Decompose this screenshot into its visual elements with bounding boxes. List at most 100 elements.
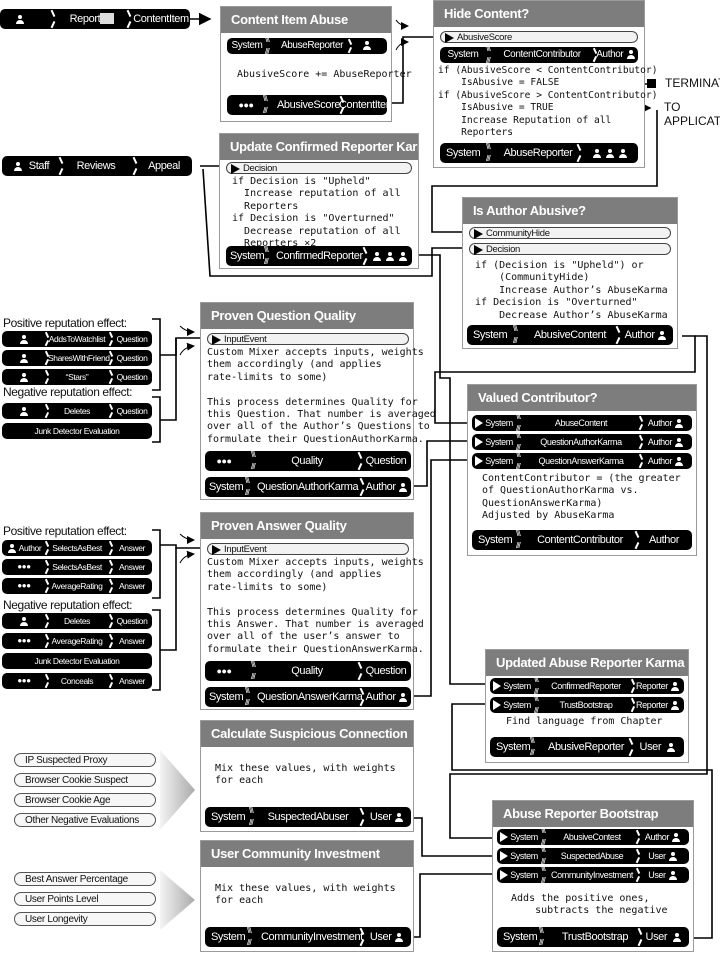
appeal-label: Appeal <box>148 160 180 172</box>
process-reporter-bootstrap: Abuse Reporter Bootstrap System AbusiveCo… <box>492 800 694 952</box>
answer-negative-heading: Negative reputation effect: <box>3 598 133 612</box>
bar-target: Question <box>365 665 407 677</box>
process-content-item-abuse: Content Item Abuse System AbuseReporter … <box>220 6 412 122</box>
investment-funnel <box>160 870 195 930</box>
bar-name: QuestionAuthorKarma <box>540 437 622 447</box>
wire-suspected-to-bootstrap <box>410 817 492 857</box>
contentitem-label: ContentItem <box>133 13 189 25</box>
bar-target: Author <box>644 832 670 842</box>
group-icon: ●●● <box>17 636 31 645</box>
pill-label: AbusiveScore <box>457 32 513 43</box>
bar-target: User <box>645 931 668 943</box>
effect-row: ●●● AverageRating Answer <box>2 578 152 594</box>
process-body: if (Decision is "Upheld") or (CommunityH… <box>475 260 668 321</box>
bar-target: Author <box>365 481 396 493</box>
bar-name: CommunityInvestment <box>551 870 633 880</box>
bar-target: Author <box>365 691 396 703</box>
process-update-confirmed-reporter: Update Confirmed Reporter Karma Decision… <box>219 133 419 269</box>
input-pill: CommunityHide <box>469 227 671 239</box>
user-icon <box>668 852 678 862</box>
input-pill: InputEvent <box>207 333 409 345</box>
effect-target: Answer <box>119 636 145 646</box>
bar-name: AbuseContent <box>554 418 608 428</box>
process-answer-quality: Proven Answer Quality InputEvent Custom … <box>200 512 424 710</box>
effect-target: Question <box>116 406 148 416</box>
bar-name: Quality <box>291 455 323 467</box>
bar-name: AbusiveContest <box>563 832 621 842</box>
input-bar: System AbuseReporter <box>227 38 387 54</box>
output-bar: System SuspectedAbuser User <box>205 807 411 827</box>
bar-source: System <box>447 49 479 60</box>
input-bar: System AbusiveContest Author <box>497 829 689 845</box>
input-pill: Best Answer Percentage <box>14 872 156 886</box>
process-title: Proven Answer Quality <box>201 513 413 539</box>
effect-row: Deletes Question <box>2 613 152 629</box>
process-title: Proven Question Quality <box>201 303 413 329</box>
pill-label: CommunityHide <box>486 228 550 239</box>
effect-target: Question <box>116 353 148 363</box>
effect-row: ●●● SelectsAsBest Answer <box>2 559 152 575</box>
bar-source: System <box>510 870 538 880</box>
effect-row: AddsToWatchlist Question <box>2 331 152 347</box>
user-icon <box>592 148 602 158</box>
user-icon <box>19 354 29 364</box>
output-bar: System AbusiveReporter User <box>490 737 684 757</box>
output-bar: System ContentContributor Author <box>472 530 692 550</box>
effect-row: “Stars” Question <box>2 369 152 385</box>
effect-row: Junk Detector Evaluation <box>2 423 152 439</box>
process-title: Abuse Reporter Bootstrap <box>493 801 693 827</box>
process-hide-content: Hide Content? AbusiveScore System Conten… <box>433 0 658 168</box>
group-icon: ●●● <box>17 562 31 571</box>
group-icon: ●●● <box>238 100 254 110</box>
effect-row: Junk Detector Evaluation <box>2 653 152 669</box>
output-bar: System CommunityInvestment User <box>205 927 411 947</box>
bar-source: System <box>211 811 246 823</box>
bar-source: System <box>503 681 531 691</box>
output-bar: System QuestionAuthorKarma Author <box>205 477 411 497</box>
bar-source: System <box>446 147 481 159</box>
wire-investment-to-bootstrap <box>410 873 492 938</box>
bar-target: Author <box>624 329 655 341</box>
effect-action: Junk Detector Evaluation <box>34 656 120 666</box>
bar-target: Author <box>647 456 673 466</box>
bar-source: System <box>485 456 513 466</box>
output-bar: System AbusiveContent Author <box>467 325 673 345</box>
wire-a-join <box>160 544 205 549</box>
bar-target: User <box>648 870 666 880</box>
output-bar: ●●● AbusiveScore ContentItem <box>227 95 387 115</box>
process-body: Adds the positive ones, subtracts the ne… <box>511 893 668 917</box>
bar-source: System <box>209 481 244 493</box>
wire-q-join2 <box>160 338 177 421</box>
wire-qneg-bracket <box>152 396 161 443</box>
bar-target: Author <box>647 437 673 447</box>
bar-source: System <box>485 437 513 447</box>
process-question-quality: Proven Question Quality InputEvent Custo… <box>200 302 436 500</box>
process-title: Update Confirmed Reporter Karma <box>220 134 418 160</box>
process-title: Calculate Suspicious Connection <box>201 721 413 747</box>
bar-target: User <box>639 741 662 753</box>
input-bar: System QuestionAnswerKarma Author <box>472 453 692 469</box>
process-title: Is Author Abusive? <box>463 198 677 224</box>
process-body: AbusiveScore += AbuseReporter <box>231 69 412 80</box>
question-negative-heading: Negative reputation effect: <box>3 385 133 399</box>
user-icon <box>362 40 372 50</box>
user-icon <box>19 617 29 627</box>
process-title: Valued Contributor? <box>468 385 696 411</box>
effect-action: Conceals <box>60 676 94 686</box>
bar-target: User <box>648 851 666 861</box>
input-pill: Decision <box>226 162 412 174</box>
appeal-input-bar: Staff Reviews Appeal <box>2 156 192 176</box>
flag-icon <box>100 13 114 24</box>
bar-name: QuestionAnswerKarma <box>538 456 624 466</box>
user-icon <box>668 871 678 881</box>
bar-source: System <box>496 741 531 753</box>
user-icon <box>605 148 615 158</box>
bar-target: Reporter <box>636 681 668 691</box>
group-icon: ●●● <box>216 456 232 466</box>
bar-source: System <box>231 40 263 51</box>
bar-name: TrustBootstrap <box>561 931 629 943</box>
bar-name: AbuseReporter <box>280 40 344 51</box>
terminate-label: TERMINATE <box>665 76 720 90</box>
bar-source: System <box>503 931 538 943</box>
effect-row: Author SelectsAsBest Answer <box>2 540 152 556</box>
